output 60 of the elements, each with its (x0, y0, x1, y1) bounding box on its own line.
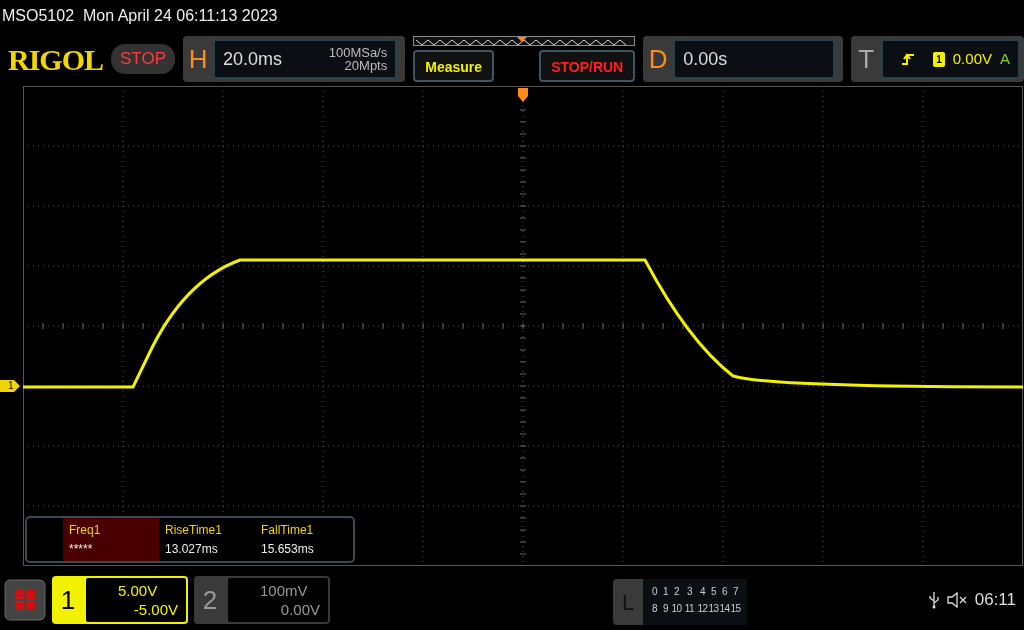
measurement-name: FallTime1 (261, 522, 315, 539)
model-name: MSO5102 (2, 7, 75, 24)
logic-channel-number: 12 (697, 602, 708, 616)
trigger-level: 0.00V (952, 48, 992, 69)
channel-number: 2 (201, 583, 219, 617)
channel-scale: 100mV (259, 581, 309, 600)
trigger-panel[interactable]: T 1 0.00V A (851, 36, 1024, 82)
channel-marker[interactable]: 1 (0, 380, 20, 392)
logic-channel-number: 8 (650, 602, 659, 616)
logic-channel-number: 14 (719, 602, 730, 616)
measurement-item[interactable]: RiseTime1 13.027ms (159, 518, 255, 561)
measurement-value: ***** (69, 541, 94, 558)
logic-channel-number: 2 (672, 585, 681, 599)
channel-scale: 5.00V (117, 581, 159, 600)
trigger-mode: A (1000, 48, 1010, 69)
rising-edge-icon (901, 52, 916, 66)
logic-channel-number: 11 (683, 602, 696, 616)
logic-channel-number: 10 (671, 602, 682, 616)
delay-label: D (647, 42, 669, 76)
logic-channel-number: 6 (720, 585, 729, 599)
channel-panel[interactable]: 2 100mV 0.00V (194, 576, 330, 624)
measurement-item[interactable]: FallTime1 15.653ms (255, 518, 351, 561)
delay-value: 0.00s (683, 47, 728, 71)
date-time: Mon April 24 06:11:13 2023 (82, 7, 278, 24)
channel-number: 1 (59, 583, 77, 617)
run-state-indicator: STOP (111, 44, 175, 74)
logic-channel-number: 3 (685, 585, 694, 599)
measurement-value: 13.027ms (165, 541, 219, 558)
channel-panel[interactable]: 1 5.00V -5.00V (52, 576, 188, 624)
trigger-label: T (857, 42, 876, 76)
speaker-muted-icon[interactable] (946, 591, 967, 609)
logic-channel-number: 7 (731, 585, 740, 599)
measure-button[interactable]: Measure (413, 50, 495, 82)
trigger-position-icon[interactable] (518, 88, 528, 102)
timebase-value: 20.0ms (223, 47, 283, 71)
measurement-name: RiseTime1 (165, 522, 223, 539)
menu-grid-icon[interactable] (4, 579, 46, 621)
channel-offset: 0.00V (279, 600, 320, 619)
measurement-name: Freq1 (69, 522, 102, 539)
logic-channel-number: 9 (661, 602, 670, 616)
waveform-overview-icon (413, 36, 636, 46)
usb-icon (928, 591, 939, 609)
system-time: 06:11 (974, 589, 1016, 612)
logic-channel-number: 15 (730, 602, 741, 616)
logic-channel-number: 5 (709, 585, 718, 599)
channel-offset: -5.00V (132, 600, 178, 619)
logic-channel-number: 0 (650, 585, 659, 599)
stop-run-button[interactable]: STOP/RUN (539, 50, 636, 82)
sample-rate: 100MSa/s (328, 46, 388, 59)
memory-depth: 20Mpts (343, 59, 388, 72)
logic-channel-number: 1 (661, 585, 670, 599)
measurement-value: 15.653ms (261, 541, 315, 558)
horizontal-label: H (187, 42, 209, 76)
measurement-item[interactable]: Freq1 ***** (63, 518, 159, 561)
brand-logo: RIGOL (8, 41, 104, 78)
horizontal-panel[interactable]: H 20.0ms 100MSa/s 20Mpts (183, 36, 406, 82)
logic-channel-number: 13 (708, 602, 719, 616)
trigger-source: 1 (933, 51, 945, 67)
logic-channel-number: 4 (698, 585, 707, 599)
delay-panel[interactable]: D 0.00s (643, 36, 844, 82)
